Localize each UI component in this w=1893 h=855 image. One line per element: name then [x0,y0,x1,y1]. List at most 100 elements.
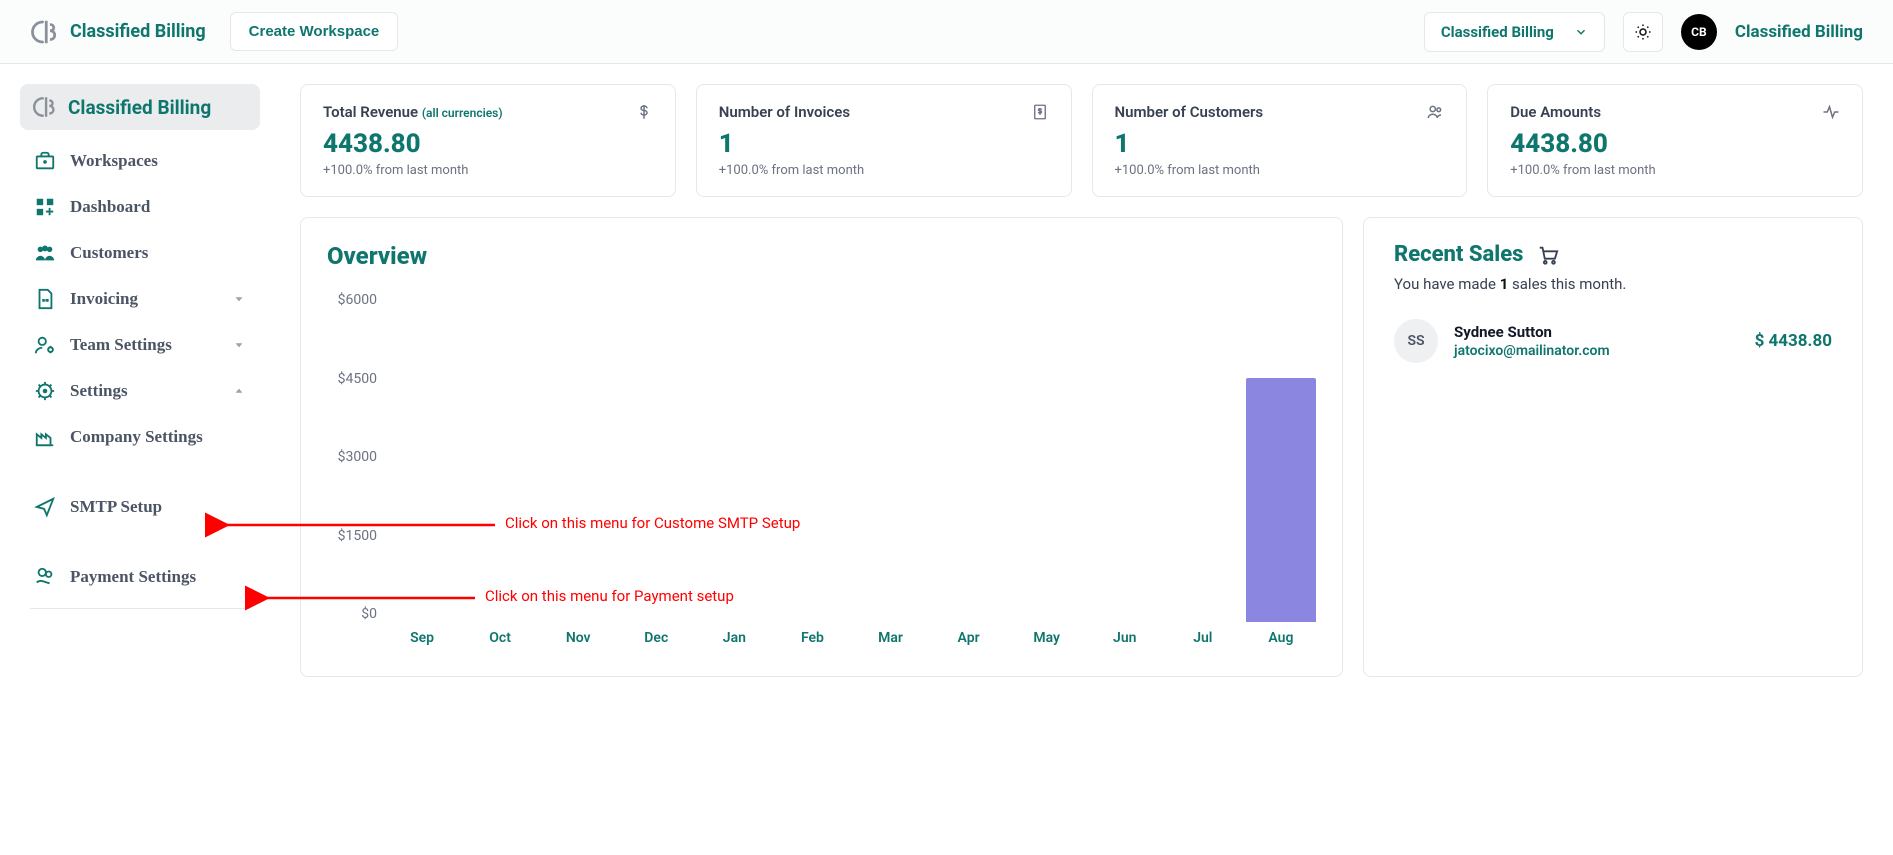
brand-logo-group[interactable]: Classified Billing [30,17,206,47]
brand-logo-icon [30,17,60,47]
gear-icon [34,380,56,402]
recent-sales-title: Recent Sales [1394,242,1523,267]
sidebar-item-customers[interactable]: Customers [20,230,260,276]
factory-icon [34,426,56,448]
sidebar-item-label: SMTP Setup [70,497,162,517]
caret-up-icon [232,384,246,398]
stat-value: 1 [1115,129,1445,159]
stat-title: Due Amounts [1510,103,1601,121]
chart-x-tick: Jan [699,630,769,652]
sidebar-header-label: Classified Billing [68,96,211,119]
sidebar-item-workspaces[interactable]: Workspaces [20,138,260,184]
sidebar-header[interactable]: Classified Billing [20,84,260,130]
cart-icon [1537,244,1559,266]
chart-x-tick: Sep [387,630,457,652]
sidebar-divider [30,608,250,609]
briefcase-icon [34,150,56,172]
people-icon [34,242,56,264]
chart-y-tick: $6000 [327,292,377,308]
chart-x-tick: Jun [1090,630,1160,652]
recent-sales-card: Recent Sales You have made 1 sales this … [1363,217,1863,677]
svg-text:$: $ [45,297,47,302]
sidebar-item-label: Payment Settings [70,567,196,587]
overview-title: Overview [327,242,1316,270]
main-content: Total Revenue (all currencies) 4438.80 +… [270,64,1893,697]
stat-card-customers: Number of Customers 1 +100.0% from last … [1092,84,1468,197]
sidebar-item-payment-settings[interactable]: Payment Settings [20,554,260,600]
chart-y-tick: $1500 [327,528,377,544]
caret-down-icon [232,338,246,352]
sidebar-item-label: Invoicing [70,289,138,309]
sidebar-item-label: Dashboard [70,197,150,217]
sale-name: Sydnee Sutton [1454,323,1739,341]
user-gear-icon [34,334,56,356]
workspace-selector-label: Classified Billing [1441,23,1554,41]
chart-x-tick: Mar [855,630,925,652]
sidebar-item-smtp-setup[interactable]: SMTP Setup [20,484,260,530]
recent-sales-subtitle: You have made 1 sales this month. [1394,275,1832,293]
chart-x-axis: Sep Oct Nov Dec Jan Feb Mar Apr May Jun Jul Aug [387,630,1316,652]
user-name: Classified Billing [1735,22,1863,42]
stat-change: +100.0% from last month [1115,163,1445,178]
stat-change: +100.0% from last month [719,163,1049,178]
sidebar-item-label: Team Settings [70,335,172,355]
sale-item[interactable]: SS Sydnee Sutton jatocixo@mailinator.com… [1394,319,1832,363]
sidebar-item-label: Customers [70,243,148,263]
user-avatar[interactable]: CB [1681,14,1717,50]
sidebar-item-settings[interactable]: Settings [20,368,260,414]
sidebar-item-label: Company Settings [70,427,203,447]
sidebar-item-team-settings[interactable]: Team Settings [20,322,260,368]
chart-bar [1246,378,1316,622]
chart-x-tick: Feb [777,630,847,652]
activity-icon [1822,103,1840,121]
stat-cards-row: Total Revenue (all currencies) 4438.80 +… [300,84,1863,197]
chart-x-tick: Aug [1246,630,1316,652]
sale-email: jatocixo@mailinator.com [1454,343,1739,359]
invoice-icon: $ [34,288,56,310]
overview-chart: $6000 $4500 $3000 $1500 $0 Sep Oct Nov Dec Jan Fe… [327,292,1316,652]
coins-hand-icon [34,566,56,588]
sun-icon [1634,23,1652,41]
sidebar-item-invoicing[interactable]: $ Invoicing [20,276,260,322]
chart-y-tick: $3000 [327,449,377,465]
stat-change: +100.0% from last month [1510,163,1840,178]
workspace-selector[interactable]: Classified Billing [1424,12,1605,52]
chart-x-tick: Oct [465,630,535,652]
stat-title: Total Revenue (all currencies) [323,103,503,121]
brand-logo-icon [32,94,58,120]
chart-x-tick: May [1012,630,1082,652]
send-icon [34,496,56,518]
sidebar-item-label: Settings [70,381,128,401]
stat-value: 1 [719,129,1049,159]
create-workspace-button[interactable]: Create Workspace [230,12,399,51]
sidebar-item-dashboard[interactable]: Dashboard [20,184,260,230]
chevron-down-icon [1574,25,1588,39]
sale-amount: $ 4438.80 [1755,331,1832,351]
chart-y-tick: $4500 [327,371,377,387]
brand-name: Classified Billing [70,21,206,42]
grid-plus-icon [34,196,56,218]
chart-x-tick: Dec [621,630,691,652]
stat-value: 4438.80 [1510,129,1840,159]
users-icon [1426,103,1444,121]
sidebar-item-company-settings[interactable]: Company Settings [20,414,260,460]
theme-toggle-button[interactable] [1623,12,1663,52]
chart-plot [387,292,1316,622]
sidebar: Classified Billing Workspaces Dashboard … [0,64,270,697]
stat-card-revenue: Total Revenue (all currencies) 4438.80 +… [300,84,676,197]
chart-x-tick: Apr [934,630,1004,652]
top-bar: Classified Billing Create Workspace Clas… [0,0,1893,64]
dollar-icon [635,103,653,121]
chart-y-tick: $0 [327,606,377,622]
sale-avatar: SS [1394,319,1438,363]
stat-change: +100.0% from last month [323,163,653,178]
chart-x-tick: Nov [543,630,613,652]
stat-title: Number of Customers [1115,103,1264,121]
stat-value: 4438.80 [323,129,653,159]
overview-card: Overview $6000 $4500 $3000 $1500 $0 Sep Oct No… [300,217,1343,677]
stat-title: Number of Invoices [719,103,850,121]
stat-card-due: Due Amounts 4438.80 +100.0% from last mo… [1487,84,1863,197]
chart-x-tick: Jul [1168,630,1238,652]
sidebar-item-label: Workspaces [70,151,158,171]
chart-y-axis: $6000 $4500 $3000 $1500 $0 [327,292,377,622]
